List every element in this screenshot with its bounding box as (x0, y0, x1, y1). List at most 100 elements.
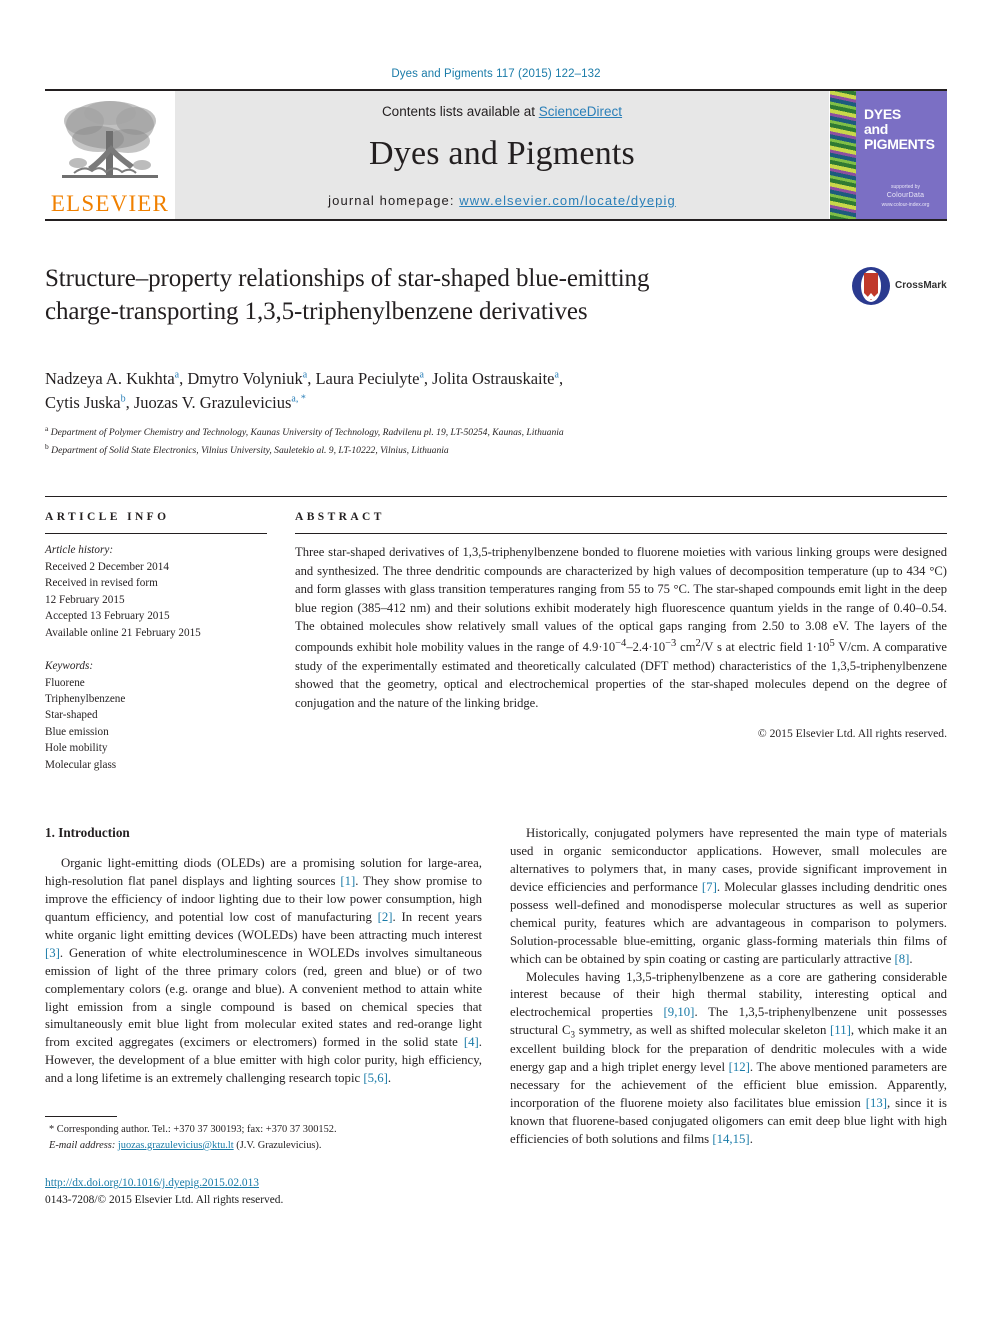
body-column-right: Historically, conjugated polymers have r… (510, 825, 947, 1209)
journal-homepage-link[interactable]: www.elsevier.com/locate/dyepig (459, 193, 676, 208)
corresponding-author-footnote: * Corresponding author. Tel.: +370 37 30… (45, 1116, 482, 1153)
keyword-item: Triphenylbenzene (45, 693, 126, 705)
citation-ref[interactable]: [2] (378, 910, 393, 924)
page-title: Structure–property relationships of star… (45, 263, 815, 328)
author-affil-mark: a, * (291, 393, 306, 405)
keyword-item: Molecular glass (45, 758, 117, 771)
paragraph: Historically, conjugated polymers have r… (510, 826, 947, 966)
contents-prefix: Contents lists available at (381, 104, 539, 119)
article-history-item: Accepted 13 February 2015 (45, 610, 170, 623)
title-area: Structure–property relationships of star… (45, 263, 947, 349)
info-abstract-region: ARTICLE INFO Article history: Received 2… (45, 496, 947, 773)
abstract-exponent-1: −4 (615, 637, 627, 649)
email-owner: (J.V. Grazulevicius). (236, 1139, 322, 1151)
author: Cytis Juskab (45, 393, 126, 412)
citation-ref[interactable]: [14,15] (712, 1132, 749, 1146)
journal-title: Dyes and Pigments (369, 135, 635, 172)
abstract-part-2: –2.4·10 (626, 640, 666, 655)
cover-footer-small: supported by (891, 183, 920, 190)
journal-masthead: ELSEVIER Contents lists available at Sci… (45, 89, 947, 221)
elsevier-tree-icon (62, 101, 158, 178)
article-history-item: Received 2 December 2014 (45, 560, 169, 573)
elsevier-logo: ELSEVIER (45, 91, 175, 219)
author: Dmytro Volyniuka (187, 369, 307, 388)
article-history-label: Article history: (45, 544, 114, 557)
issn-copyright-line: 0143-7208/© 2015 Elsevier Ltd. All right… (45, 1194, 284, 1207)
citation-ref[interactable]: [1] (340, 874, 355, 888)
citation-ref[interactable]: [5,6] (363, 1071, 388, 1085)
cover-footer-tiny: www.colour-index.org (881, 201, 930, 208)
cover-footer: supported by ColourData www.colour-index… (870, 184, 941, 210)
keyword-item: Fluorene (45, 676, 85, 689)
keywords-block: Keywords: Fluorene Triphenylbenzene Star… (45, 641, 267, 773)
author-name: Juozas V. Grazulevicius (133, 392, 292, 412)
cover-footer-mark: ColourData (886, 192, 925, 199)
section-heading-introduction: 1. Introduction (45, 825, 130, 841)
keywords-label: Keywords: (45, 660, 94, 673)
sciencedirect-link[interactable]: ScienceDirect (539, 104, 622, 119)
citation-ref[interactable]: [8] (894, 952, 909, 966)
citation-ref[interactable]: [9,10] (664, 1005, 695, 1019)
affiliation: a Department of Polymer Chemistry and Te… (45, 423, 947, 441)
running-head: Dyes and Pigments 117 (2015) 122–132 (391, 68, 601, 80)
citation-ref[interactable]: [4] (464, 1035, 479, 1049)
cover-title: DYES and PIGMENTS (864, 106, 935, 153)
paragraph: Molecules having 1,3,5-triphenylbenzene … (510, 969, 948, 1146)
cover-title-line2: and (864, 121, 888, 138)
email-link[interactable]: juozas.grazulevicius@ktu.lt (118, 1140, 234, 1151)
affiliation-mark: b (45, 441, 49, 451)
doi-link[interactable]: http://dx.doi.org/10.1016/j.dyepig.2015.… (45, 1177, 259, 1189)
author-name: Cytis Juska (45, 392, 121, 412)
crossmark-label: CrossMark (895, 280, 947, 291)
affiliation-list: a Department of Polymer Chemistry and Te… (45, 423, 947, 459)
journal-cover-thumbnail: DYES and PIGMENTS supported by ColourDat… (829, 91, 947, 219)
article-info-heading: ARTICLE INFO (45, 511, 170, 524)
affiliation-text: Department of Solid State Electronics, V… (51, 444, 449, 456)
abstract-exponent-2: −3 (665, 637, 677, 649)
abstract-part-3: cm (676, 640, 696, 655)
abstract-part-4: /V s at electric field 1·10 (700, 640, 830, 655)
keyword-item: Star-shaped (45, 709, 98, 722)
elsevier-wordmark: ELSEVIER (50, 191, 170, 216)
affiliation-mark: a (45, 423, 49, 433)
article-history-item: 12 February 2015 (45, 593, 125, 606)
article-history-item: Available online 21 February 2015 (45, 626, 201, 639)
crossmark-badge[interactable]: CrossMark (851, 265, 947, 307)
article-info-column: ARTICLE INFO Article history: Received 2… (45, 497, 267, 773)
citation-ref[interactable]: [3] (45, 946, 60, 960)
affiliation-text: Department of Polymer Chemistry and Tech… (50, 427, 564, 439)
author-name: Laura Peciulyte (315, 369, 420, 388)
paper-title-line2: charge-transporting 1,3,5-triphenylbenze… (45, 297, 588, 325)
journal-homepage-line: journal homepage: www.elsevier.com/locat… (328, 193, 676, 208)
citation-ref[interactable]: [12] (729, 1060, 750, 1074)
article-history-block: Article history: Received 2 December 201… (45, 534, 267, 641)
author-name: Nadzeya A. Kukhta (45, 369, 175, 388)
affiliation: b Department of Solid State Electronics,… (45, 441, 947, 459)
abstract-column: ABSTRACT Three star-shaped derivatives o… (295, 497, 947, 773)
crossmark-icon (852, 267, 890, 305)
citation-ref[interactable]: [13] (866, 1096, 887, 1110)
author-sep: , (558, 369, 564, 388)
citation-ref[interactable]: [11] (830, 1023, 851, 1037)
author-name: Dmytro Volyniuk (187, 369, 303, 388)
paper-title-line1: Structure–property relationships of star… (45, 265, 650, 292)
email-line: E-mail address: juozas.grazulevicius@ktu… (45, 1138, 482, 1154)
paragraph: Organic light-emitting diods (OLEDs) are… (45, 856, 482, 1086)
contents-lists-line: Contents lists available at ScienceDirec… (382, 104, 622, 119)
keyword-item: Hole mobility (45, 742, 108, 755)
body-columns: 1. Introduction Organic light-emitting d… (45, 825, 947, 1209)
homepage-prefix: journal homepage: (328, 193, 460, 208)
journal-band: Contents lists available at ScienceDirec… (175, 91, 829, 219)
cover-title-line3: PIGMENTS (864, 136, 935, 153)
author-sep: , (125, 392, 134, 412)
corresponding-author-note: * Corresponding author. Tel.: +370 37 30… (49, 1124, 337, 1136)
citation-ref[interactable]: [7] (702, 880, 717, 894)
cover-artwork-strip (830, 91, 856, 219)
email-label: E-mail address: (49, 1139, 116, 1151)
article-first-page: Dyes and Pigments 117 (2015) 122–132 ELS… (0, 0, 992, 1323)
abstract-text: Three star-shaped derivatives of 1,3,5-t… (295, 534, 947, 712)
article-history-item: Received in revised form (45, 577, 158, 590)
author: Jolita Ostrauskaitea (432, 369, 559, 388)
body-column-left: 1. Introduction Organic light-emitting d… (45, 825, 482, 1209)
cover-title-line1: DYES (864, 106, 901, 122)
